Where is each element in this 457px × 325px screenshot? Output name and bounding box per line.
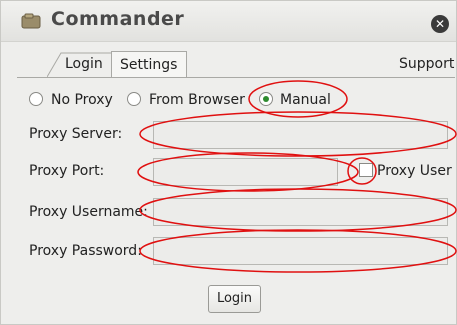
- tab-settings[interactable]: Settings: [111, 51, 187, 78]
- radio-no-proxy[interactable]: No Proxy: [29, 89, 119, 111]
- commander-app-icon: [21, 13, 41, 29]
- proxy-server-label: Proxy Server:: [29, 126, 123, 142]
- radio-manual[interactable]: Manual: [259, 89, 339, 111]
- proxy-port-label: Proxy Port:: [29, 163, 105, 179]
- close-icon[interactable]: ✕: [431, 15, 449, 33]
- title-bar: Commander ✕: [1, 1, 456, 42]
- radio-manual-button[interactable]: [259, 92, 273, 106]
- proxy-port-field[interactable]: [153, 158, 338, 186]
- proxy-password-field[interactable]: [153, 237, 448, 265]
- proxy-user-checkbox[interactable]: [359, 163, 373, 177]
- commander-window: Commander ✕ Login Settings Support No Pr…: [0, 0, 457, 325]
- window-title: Commander: [51, 8, 185, 30]
- radio-no-proxy-label: No Proxy: [51, 92, 113, 108]
- tab-login-label: Login: [65, 56, 103, 72]
- radio-no-proxy-button[interactable]: [29, 92, 43, 106]
- tab-settings-label: Settings: [120, 57, 178, 73]
- login-button[interactable]: Login: [208, 285, 261, 313]
- proxy-username-label: Proxy Username:: [29, 204, 148, 220]
- proxy-password-label: Proxy Password:: [29, 243, 142, 259]
- radio-from-browser-label: From Browser: [149, 92, 245, 108]
- proxy-user-label: Proxy User: [377, 163, 452, 179]
- proxy-username-field[interactable]: [153, 198, 448, 226]
- proxy-server-field[interactable]: [153, 121, 448, 149]
- tab-login[interactable]: Login: [47, 51, 115, 77]
- radio-manual-label: Manual: [280, 92, 331, 108]
- tab-support[interactable]: Support: [399, 51, 454, 77]
- radio-from-browser-button[interactable]: [127, 92, 141, 106]
- radio-from-browser[interactable]: From Browser: [127, 89, 245, 111]
- tab-divider: [17, 77, 455, 78]
